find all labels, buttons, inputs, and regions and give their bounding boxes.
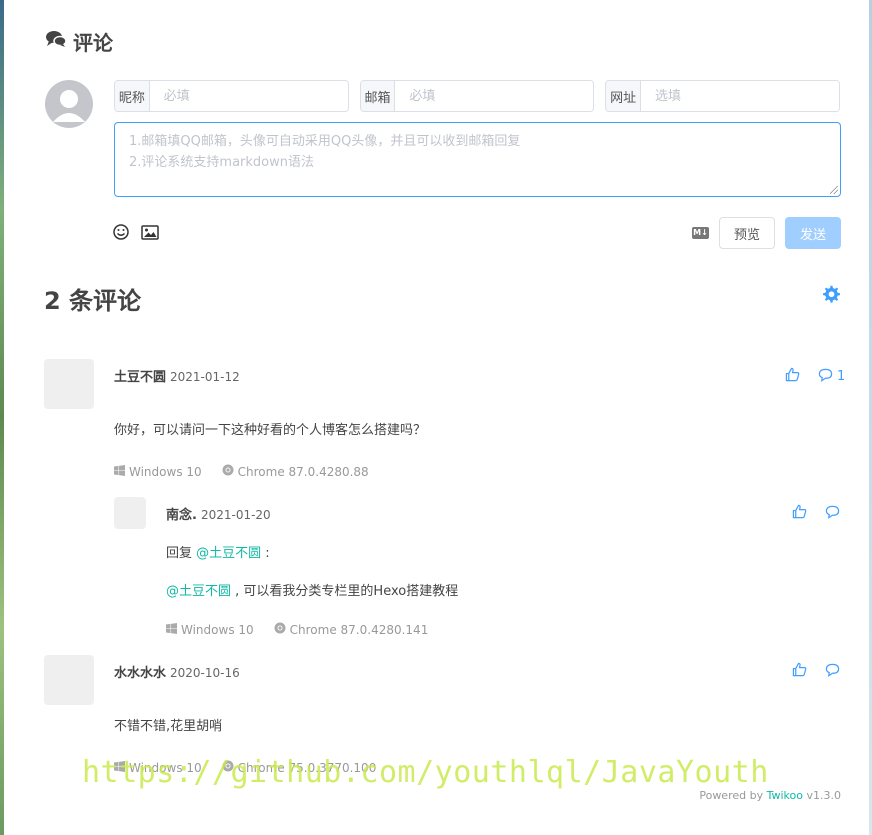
reply-actions	[792, 504, 840, 523]
page-title: 评论	[73, 30, 113, 55]
link-input[interactable]	[641, 81, 840, 111]
comments-section-title: 评论	[45, 28, 113, 55]
reply-suffix: :	[261, 546, 270, 561]
reply-icon[interactable]	[818, 368, 833, 386]
comments-icon	[45, 29, 67, 53]
comment-author-name: 水水水水	[114, 666, 167, 681]
link-label: 网址	[606, 81, 642, 111]
reply-meta: Windows 10 Chrome 87.0.4280.141	[166, 622, 428, 637]
os-label: Windows 10	[129, 464, 202, 479]
comment-author-name: 土豆不圆	[114, 370, 167, 385]
nick-label: 昵称	[115, 81, 150, 111]
comment-actions	[792, 662, 840, 681]
comment-author: 土豆不圆 2021-01-12	[114, 366, 240, 385]
mention-link[interactable]: @土豆不圆	[166, 584, 231, 599]
nick-field: 昵称	[114, 80, 349, 112]
page-left-edge	[0, 0, 4, 835]
version-label: v1.3.0	[803, 789, 841, 802]
thumb-up-icon[interactable]	[785, 367, 800, 386]
thumb-up-icon[interactable]	[792, 662, 807, 681]
send-button[interactable]: 发送	[785, 217, 841, 249]
reply-author-name: 南念.	[166, 508, 197, 523]
chrome-icon	[274, 622, 286, 637]
avatar	[44, 359, 94, 409]
reply-prefix: 回复	[166, 546, 197, 561]
link-field: 网址	[605, 80, 841, 112]
textarea-placeholder-line2: 2.评论系统支持markdown语法	[129, 155, 314, 170]
reply-author: 南念. 2021-01-20	[166, 504, 271, 523]
chrome-icon	[222, 464, 234, 479]
windows-icon	[114, 464, 125, 479]
avatar	[114, 497, 146, 529]
browser-label: Chrome 87.0.4280.88	[237, 464, 369, 479]
comments-count: 2 条评论	[44, 287, 142, 315]
reply-icon[interactable]	[825, 505, 840, 523]
reply-count: 1	[837, 369, 846, 384]
comment-date: 2020-10-16	[170, 666, 240, 680]
reply-line-2: @土豆不圆 , 可以看我分类专栏里的Hexo搭建教程	[166, 580, 458, 599]
textarea-placeholder-line1: 1.邮箱填QQ邮箱，头像可自动采用QQ头像，并且可以收到邮箱回复	[129, 134, 521, 149]
comment-author: 水水水水 2020-10-16	[114, 662, 240, 681]
mail-input[interactable]	[395, 81, 594, 111]
twikoo-link[interactable]: Twikoo	[767, 789, 803, 802]
os-label: Windows 10	[181, 622, 254, 637]
meta-inputs: 昵称 邮箱 网址	[114, 80, 841, 112]
avatar	[44, 655, 94, 705]
nick-input[interactable]	[149, 81, 348, 111]
comment-actions: 1	[785, 367, 845, 386]
comment-text: 不错不错,花里胡哨	[114, 719, 223, 734]
default-avatar-icon	[45, 80, 93, 128]
comment-meta: Windows 10 Chrome 87.0.4280.88	[114, 464, 369, 479]
reply-text: , 可以看我分类专栏里的Hexo搭建教程	[231, 584, 459, 599]
comment-text: 你好，可以请问一下这种好看的个人博客怎么搭建吗？	[114, 423, 427, 438]
image-icon[interactable]	[141, 225, 159, 244]
comment-textarea[interactable]: 1.邮箱填QQ邮箱，头像可自动采用QQ头像，并且可以收到邮箱回复 2.评论系统支…	[114, 122, 841, 197]
powered-prefix: Powered by	[699, 789, 767, 802]
resize-handle[interactable]	[830, 186, 838, 194]
preview-button[interactable]: 预览	[719, 217, 775, 249]
markdown-icon[interactable]: M↓	[692, 227, 709, 239]
emoji-icon[interactable]	[113, 224, 129, 244]
reply-icon[interactable]	[825, 663, 840, 681]
windows-icon	[166, 622, 177, 637]
browser-label: Chrome 87.0.4280.141	[289, 622, 429, 637]
watermark: https://github.com/youthlql/JavaYouth	[82, 755, 769, 790]
comment-date: 2021-01-12	[170, 370, 240, 384]
thumb-up-icon[interactable]	[792, 504, 807, 523]
gear-icon[interactable]	[822, 285, 841, 308]
mail-field: 邮箱	[359, 80, 595, 112]
reply-line-1: 回复 @土豆不圆 :	[166, 542, 270, 561]
mail-label: 邮箱	[360, 81, 396, 111]
powered-by: Powered by Twikoo v1.3.0	[699, 789, 841, 802]
mention-link[interactable]: @土豆不圆	[196, 546, 261, 561]
reply-date: 2021-01-20	[200, 508, 271, 522]
